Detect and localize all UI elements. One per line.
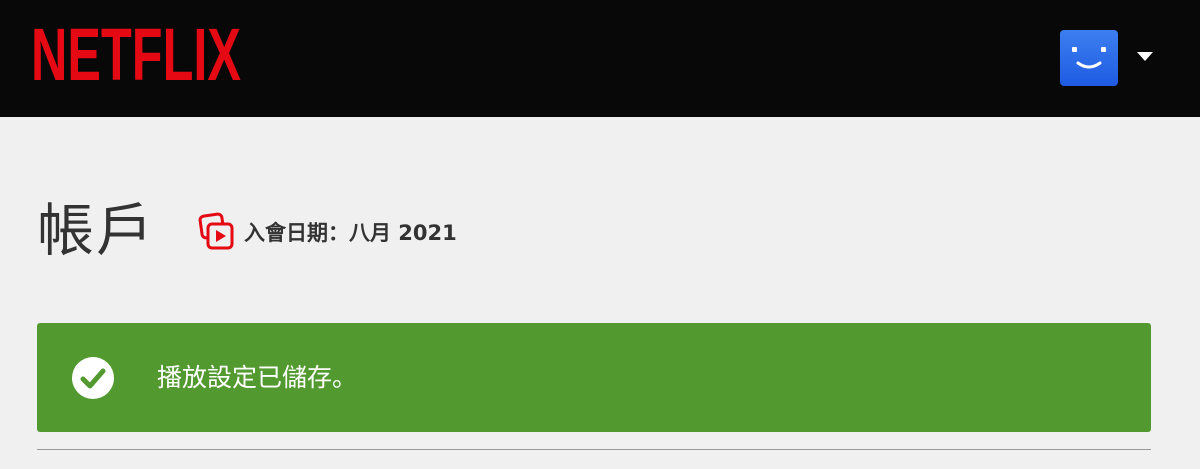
- success-alert: 播放設定已儲存。: [37, 323, 1151, 432]
- check-circle-icon: [72, 357, 114, 399]
- member-since-icon: [198, 212, 234, 250]
- netflix-logo-text: NETFLIX: [31, 24, 241, 84]
- profile-avatar[interactable]: [1060, 30, 1118, 86]
- top-header: NETFLIX: [0, 0, 1200, 117]
- caret-down-icon[interactable]: [1137, 52, 1153, 61]
- smiley-face-icon: [1072, 47, 1106, 69]
- netflix-logo[interactable]: NETFLIX: [30, 24, 242, 84]
- member-since: 入會日期：八月 2021: [198, 212, 457, 252]
- profile-menu-button[interactable]: [1060, 30, 1160, 86]
- section-divider: [37, 449, 1151, 450]
- member-since-text: 入會日期：八月 2021: [244, 221, 457, 245]
- alert-message: 播放設定已儲存。: [157, 363, 358, 392]
- page-title: 帳戶: [37, 198, 155, 264]
